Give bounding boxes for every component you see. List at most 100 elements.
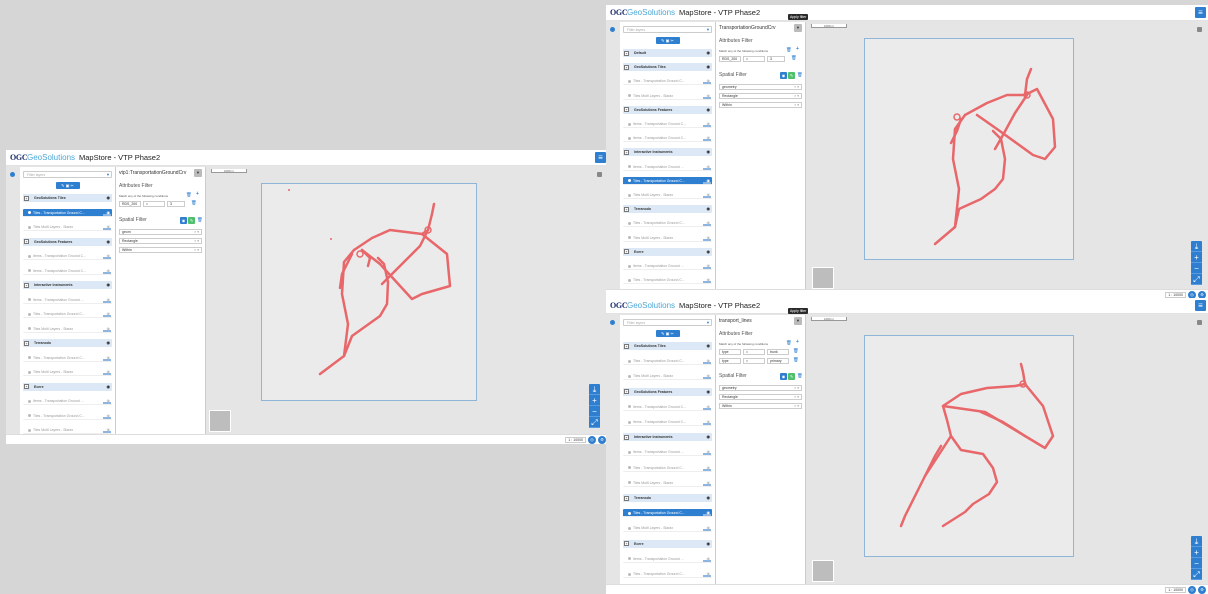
layer-group[interactable]: + Terranodo ◉	[623, 205, 712, 214]
expand-icon[interactable]: +	[624, 149, 629, 155]
layer-item[interactable]: Tiles - Transportation Ground C... ◉	[623, 509, 712, 518]
visibility-icon[interactable]: ◉	[707, 134, 711, 142]
operation-select[interactable]: Within × ▾	[119, 247, 202, 253]
visibility-icon[interactable]: ◉	[707, 120, 711, 128]
expand-icon[interactable]: +	[624, 541, 629, 547]
layer-group[interactable]: + GeoSolutions Features ◉	[623, 387, 712, 396]
field-select[interactable]: type	[719, 358, 741, 364]
settings-icon[interactable]	[1197, 27, 1202, 32]
visibility-icon[interactable]: ◉	[107, 368, 111, 376]
expand-icon[interactable]: +	[24, 340, 29, 346]
visibility-icon[interactable]: ◉	[707, 342, 711, 350]
layer-item[interactable]: Items - Transportation Ground ... ◉	[623, 163, 712, 171]
visibility-icon[interactable]: ◉	[707, 403, 711, 411]
geosolutions-logo[interactable]: GeoSolutions	[27, 153, 75, 162]
visibility-icon[interactable]: ◉	[107, 252, 111, 260]
layer-item[interactable]: Tiles Multi Layers - Slarax ◉	[623, 524, 712, 533]
expand-icon[interactable]: +	[624, 434, 629, 440]
geometry-select[interactable]: geom × ▾	[119, 229, 202, 235]
download-icon[interactable]: ⤓	[1191, 536, 1202, 547]
apply-filter-button[interactable]: ▼	[794, 24, 802, 32]
background-switcher[interactable]	[209, 410, 231, 432]
visibility-icon[interactable]: ◉	[707, 248, 711, 256]
home-icon[interactable]	[10, 172, 15, 177]
layer-item[interactable]: Items - Transportation Ground C... ◉	[623, 403, 712, 411]
add-condition-icon[interactable]: +	[796, 46, 799, 52]
visibility-icon[interactable]: ◉	[707, 524, 711, 532]
visibility-icon[interactable]: ◉	[107, 412, 111, 420]
layer-filter-input[interactable]: Filter layers ▼	[23, 171, 112, 178]
layer-item[interactable]: Tiles Multi Layers - Slarax ◉	[23, 368, 112, 376]
visibility-icon[interactable]: ◉	[107, 281, 111, 289]
layer-filter-input[interactable]: Filter layers ▼	[623, 319, 712, 326]
info-icon[interactable]: ⚙	[598, 436, 606, 444]
zoom-in-button[interactable]: +	[1191, 252, 1202, 263]
shape-select[interactable]: Rectangle × ▾	[119, 238, 202, 244]
layer-item[interactable]: Items - Transportation Ground C... ◉	[623, 134, 712, 143]
layer-item[interactable]: Tiles - Transportation Ground C... ◉	[623, 464, 712, 472]
visibility-icon[interactable]: ◉	[707, 234, 711, 242]
visibility-icon[interactable]: ◉	[107, 325, 111, 333]
remove-condition-icon[interactable]: 🗑	[793, 357, 799, 363]
background-switcher[interactable]	[812, 560, 834, 582]
expand-icon[interactable]: +	[624, 343, 629, 349]
fullscreen-icon[interactable]: ⤢	[589, 417, 600, 428]
toc-toolbar[interactable]: ✎ ▣ ✂	[655, 330, 680, 337]
background-switcher[interactable]	[812, 267, 834, 289]
locate-icon[interactable]: ◎	[588, 436, 596, 444]
home-icon[interactable]	[610, 27, 615, 32]
layer-item[interactable]: Tiles - Transportation Ground C... ◉	[623, 357, 712, 366]
layer-group[interactable]: + GeoSolutions Features ◉	[23, 237, 112, 246]
visibility-icon[interactable]: ◉	[707, 555, 711, 563]
shape-select[interactable]: Rectangle × ▾	[719, 93, 802, 99]
expand-icon[interactable]: +	[624, 107, 629, 113]
visibility-icon[interactable]: ◉	[107, 238, 111, 246]
filter-icon[interactable]: ▼	[106, 172, 110, 177]
visibility-icon[interactable]: ◉	[707, 177, 711, 185]
layer-group[interactable]: + Interactive Instruments ◉	[623, 433, 712, 442]
layer-item[interactable]: Tiles Multi Layers - Slarax ◉	[23, 426, 112, 434]
visibility-icon[interactable]: ◉	[707, 219, 711, 227]
layer-item[interactable]: Items - Transportation Ground C... ◉	[623, 418, 712, 426]
zoom-out-button[interactable]: −	[1191, 263, 1202, 274]
fullscreen-icon[interactable]: ⤢	[1191, 274, 1202, 285]
visibility-icon[interactable]: ◉	[707, 540, 711, 548]
layer-item[interactable]: Tiles - Transportation Ground C... ◉	[623, 219, 712, 228]
layer-group[interactable]: + Interactive Instruments ◉	[623, 148, 712, 157]
add-condition-icon[interactable]: +	[796, 339, 799, 345]
operator-select[interactable]: =	[743, 358, 765, 364]
apply-filter-button[interactable]: ▼	[194, 169, 202, 177]
trash-icon[interactable]: 🗑	[186, 192, 192, 198]
expand-icon[interactable]: +	[24, 239, 29, 244]
layer-item[interactable]: Tiles - Transportation Ground C... ◉	[623, 276, 712, 285]
expand-icon[interactable]: +	[24, 282, 29, 288]
visibility-icon[interactable]: ◉	[707, 92, 711, 100]
settings-icon[interactable]	[1197, 320, 1202, 325]
settings-icon[interactable]	[597, 172, 602, 177]
visibility-icon[interactable]: ◉	[107, 426, 111, 434]
field-select[interactable]: RDS_200	[119, 201, 141, 207]
layer-item[interactable]: Tiles Multi Layers - Slarax ◉	[623, 191, 712, 199]
geometry-select[interactable]: geometry × ▾	[719, 84, 802, 90]
layer-item[interactable]: Items - Transportation Ground ... ◉	[23, 397, 112, 405]
visibility-icon[interactable]: ◉	[707, 63, 711, 71]
spatial-draw-icon[interactable]: ✎	[788, 373, 795, 380]
operation-select[interactable]: Within × ▾	[719, 102, 802, 108]
visibility-icon[interactable]: ◉	[707, 448, 711, 456]
geometry-select[interactable]: geometry × ▾	[719, 385, 802, 391]
fullscreen-icon[interactable]: ⤢	[1191, 569, 1202, 580]
layer-item[interactable]: Items - Transportation Ground C... ◉	[623, 120, 712, 128]
zoom-out-button[interactable]: −	[589, 406, 600, 417]
apply-filter-button[interactable]: ▼	[794, 317, 802, 325]
spatial-mode-icon[interactable]: ◉	[180, 217, 187, 224]
zoom-in-button[interactable]: +	[1191, 547, 1202, 558]
visibility-icon[interactable]: ◉	[107, 310, 111, 318]
visibility-icon[interactable]: ◉	[107, 267, 111, 275]
spatial-mode-icon[interactable]: ◉	[780, 72, 787, 79]
value-input[interactable]: 3	[767, 56, 785, 62]
visibility-icon[interactable]: ◉	[707, 163, 711, 171]
spatial-draw-icon[interactable]: ✎	[188, 217, 195, 224]
layer-item[interactable]: Tiles - Transportation Ground C... ◉	[23, 208, 112, 217]
menu-icon[interactable]: ≡	[595, 152, 606, 163]
visibility-icon[interactable]: ◉	[707, 49, 711, 57]
